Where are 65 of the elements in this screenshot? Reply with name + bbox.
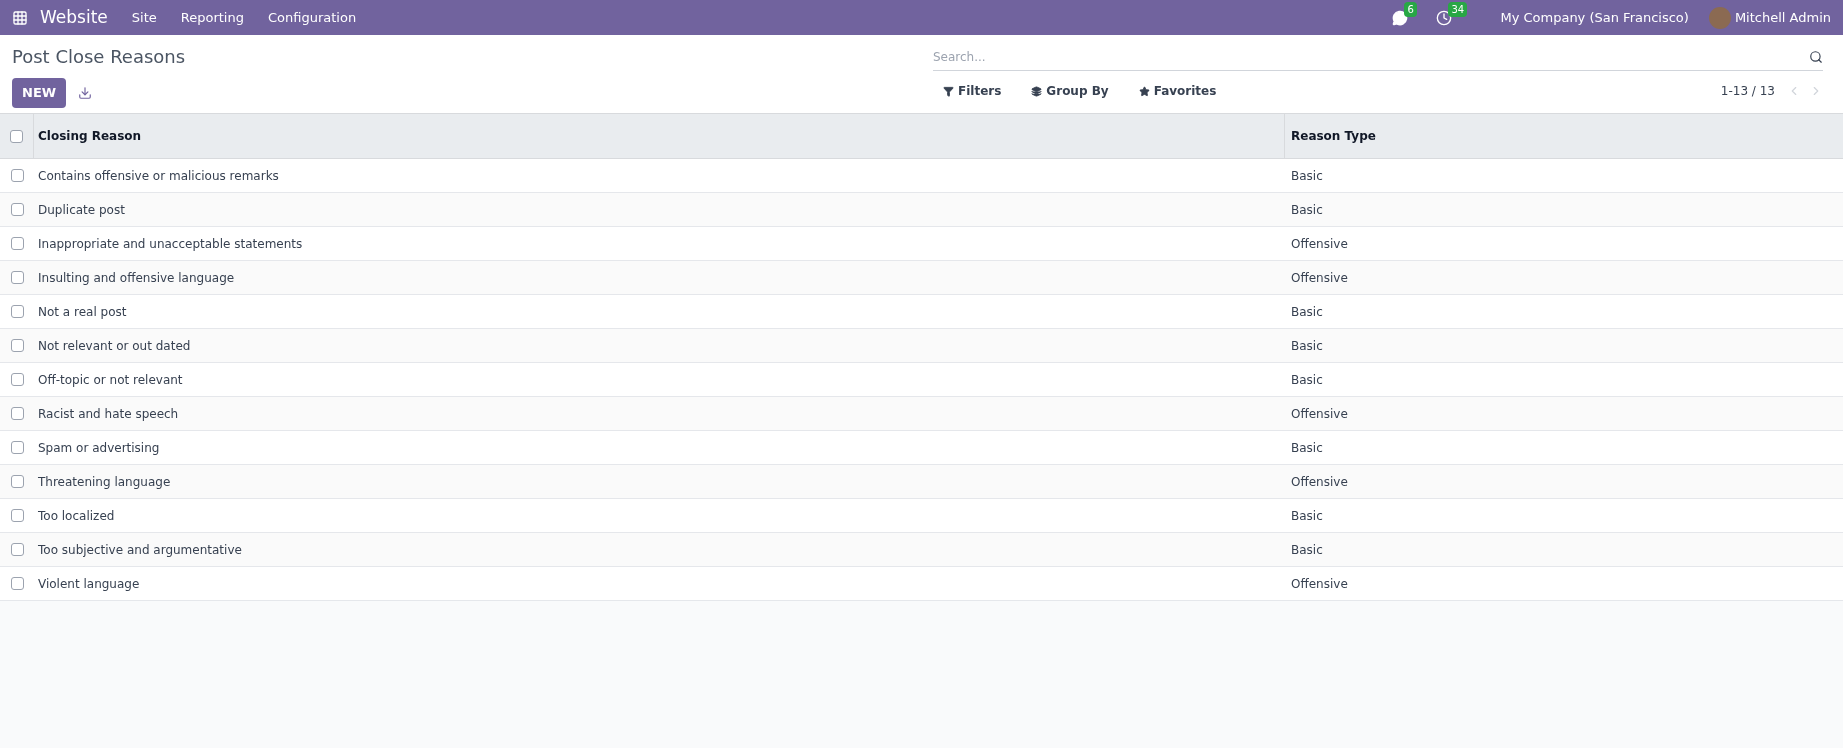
- apps-menu-icon[interactable]: [12, 9, 28, 26]
- menu-item[interactable]: Configuration: [267, 7, 357, 28]
- checkbox[interactable]: [10, 543, 24, 556]
- checkbox[interactable]: [10, 441, 24, 454]
- table-cell-text: Offensive: [1290, 269, 1349, 287]
- checkbox[interactable]: [10, 407, 24, 420]
- menu-item[interactable]: Site: [131, 7, 157, 28]
- table-cell-text: Basic: [1290, 201, 1324, 219]
- table-cell-text: Offensive: [1290, 235, 1349, 253]
- activity-count-badge: 34: [1448, 1, 1468, 17]
- column-header[interactable]: Reason Type: [1284, 114, 1843, 158]
- table-cell-text: Spam or advertising: [37, 439, 161, 457]
- menu-item[interactable]: Reporting: [180, 7, 244, 28]
- table-cell-text: Threatening language: [37, 473, 172, 491]
- layers-icon: [1031, 85, 1043, 97]
- filter-menu-button[interactable]: Filters: [943, 82, 1002, 100]
- table-cell-text: Basic: [1290, 371, 1324, 389]
- clock-icon[interactable]: [1436, 9, 1453, 26]
- app-name[interactable]: Website: [40, 4, 108, 31]
- table-cell-text: Offensive: [1290, 473, 1349, 491]
- table-cell-text: Offensive: [1290, 575, 1349, 593]
- table-cell-text: Offensive: [1290, 405, 1349, 423]
- table-cell-text: Duplicate post: [37, 201, 126, 219]
- filter-menu-button[interactable]: Favorites: [1138, 82, 1217, 100]
- chat-icon[interactable]: [1392, 9, 1409, 26]
- search-field[interactable]: Search...: [933, 43, 1809, 70]
- company-switcher[interactable]: My Company (San Francisco): [1500, 7, 1689, 28]
- filter-menu-button[interactable]: Group By: [1031, 82, 1109, 100]
- table-cell-text: Not a real post: [37, 303, 128, 321]
- table-cell-text: Inappropriate and unacceptable statements: [37, 235, 304, 253]
- table-cell-text: Too subjective and argumentative: [37, 541, 243, 559]
- checkbox[interactable]: [10, 203, 24, 216]
- checkbox[interactable]: [10, 237, 24, 250]
- table-cell-text: Basic: [1290, 439, 1324, 457]
- pager: 1-13 / 13: [1720, 83, 1775, 100]
- message-count-badge: 6: [1404, 1, 1417, 17]
- page-title: Post Close Reasons: [12, 45, 187, 69]
- table-cell-text: Violent language: [37, 575, 141, 593]
- filter-icon: [943, 85, 954, 97]
- table-cell-text: Contains offensive or malicious remarks: [37, 167, 280, 185]
- table-cell-text: Not relevant or out dated: [37, 337, 192, 355]
- checkbox[interactable]: [10, 577, 24, 590]
- table-cell-text: Basic: [1290, 337, 1324, 355]
- table-cell-text: Racist and hate speech: [37, 405, 180, 423]
- table-cell-text: Basic: [1290, 303, 1324, 321]
- user-menu[interactable]: Mitchell Admin: [1734, 7, 1831, 28]
- checkbox[interactable]: [10, 475, 24, 488]
- column-header[interactable]: Closing Reason: [34, 127, 1284, 145]
- table-cell-text: Insulting and offensive language: [37, 269, 236, 287]
- checkbox[interactable]: [10, 129, 23, 143]
- checkbox[interactable]: [10, 339, 24, 352]
- checkbox[interactable]: [10, 169, 24, 182]
- new-button[interactable]: NEW: [12, 78, 67, 108]
- search-icon[interactable]: [1809, 49, 1823, 64]
- table-cell-text: Basic: [1290, 167, 1324, 185]
- table-cell-text: Basic: [1290, 507, 1324, 525]
- checkbox[interactable]: [10, 305, 24, 318]
- checkbox[interactable]: [10, 373, 24, 386]
- checkbox[interactable]: [10, 509, 24, 522]
- star-icon: [1138, 85, 1150, 97]
- table-cell-text: Off-topic or not relevant: [37, 371, 184, 389]
- table-cell-text: Basic: [1290, 541, 1324, 559]
- checkbox[interactable]: [10, 271, 24, 284]
- table-cell-text: Too localized: [37, 507, 116, 525]
- download-icon[interactable]: [78, 86, 93, 100]
